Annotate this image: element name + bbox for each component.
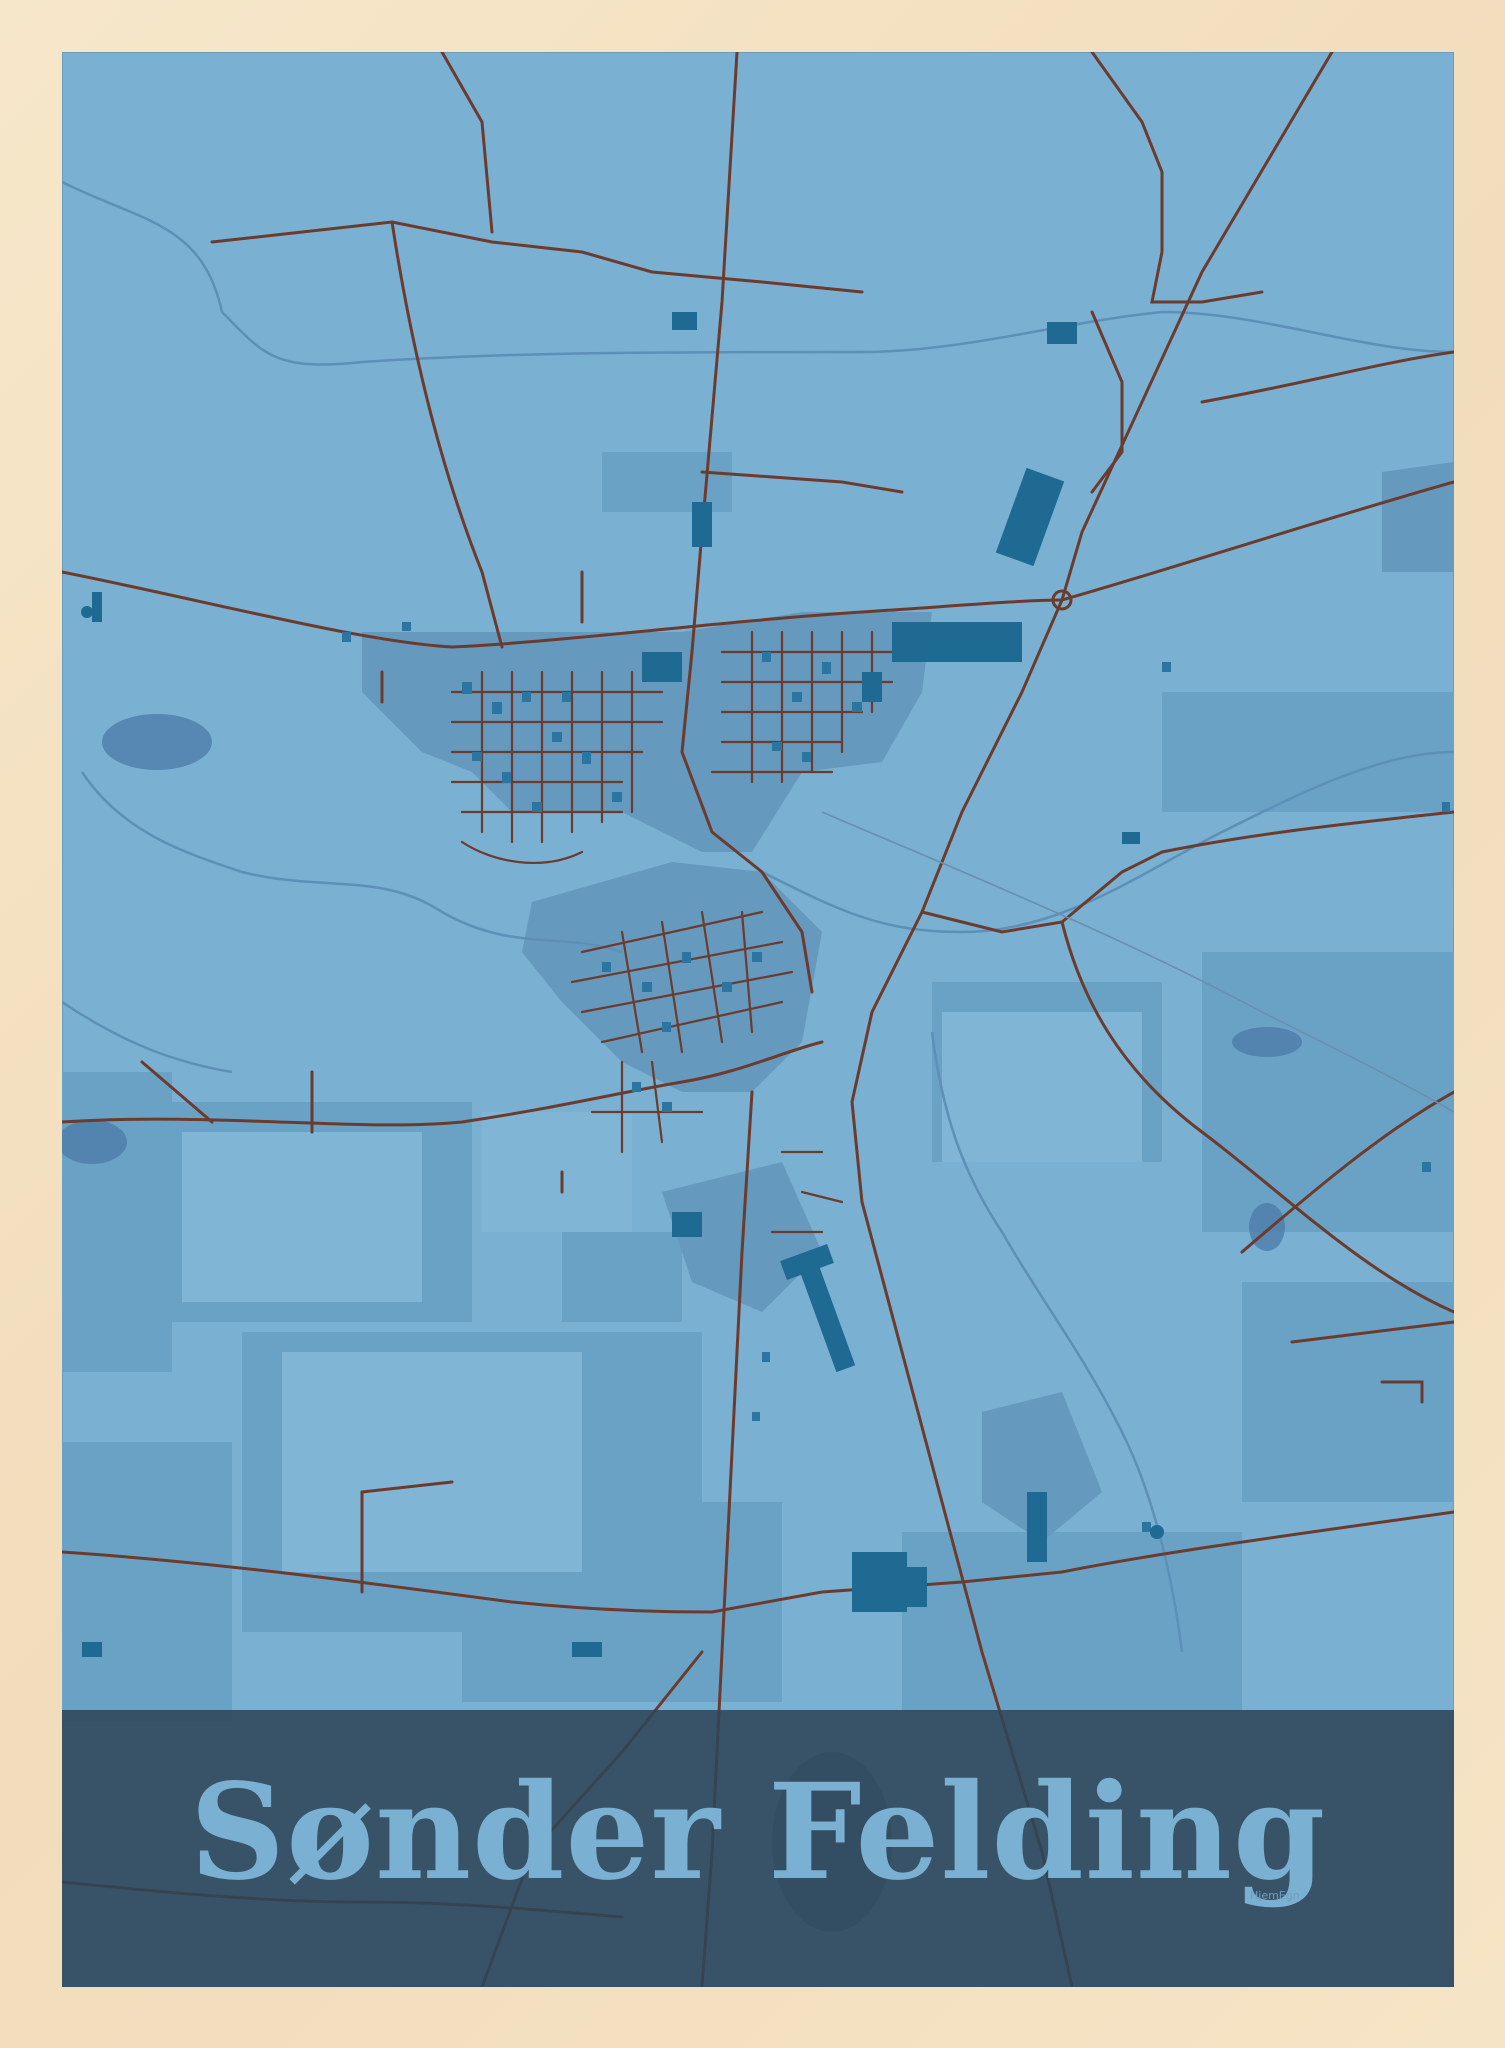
brand-mark: HjemEgn	[1250, 1889, 1300, 1902]
poster-frame: Sønder Felding HjemEgn	[0, 0, 1505, 2048]
city-map	[62, 52, 1454, 1987]
map-poster: Sønder Felding HjemEgn	[62, 52, 1454, 1987]
poster-title: Sønder Felding	[189, 1755, 1327, 1910]
